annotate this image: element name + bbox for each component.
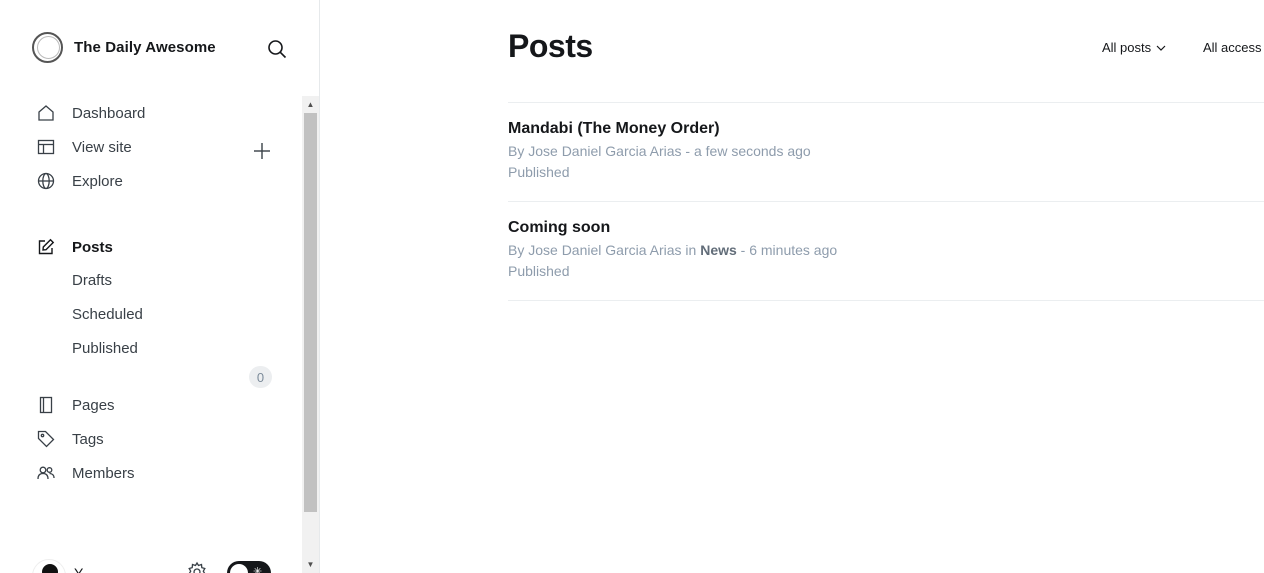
nav-drafts[interactable]: Drafts: [72, 269, 112, 293]
scroll-down-arrow-icon[interactable]: ▼: [302, 556, 319, 573]
sidebar: The Daily Awesome Dashboard View site Ex…: [0, 0, 320, 573]
dark-mode-toggle[interactable]: ✳: [227, 561, 271, 573]
search-icon: [268, 40, 287, 59]
sidebar-scrollbar[interactable]: ▲ ▼: [302, 96, 319, 573]
post-time: - a few seconds ago: [681, 143, 811, 159]
nav-tags[interactable]: Tags: [36, 427, 104, 451]
site-logo-icon: [32, 32, 63, 63]
nav-pages-label: Pages: [72, 396, 115, 414]
nav-view-site-label: View site: [72, 138, 132, 156]
nav-dashboard[interactable]: Dashboard: [36, 101, 145, 125]
post-title[interactable]: Mandabi (The Money Order): [508, 120, 720, 138]
nav-dashboard-label: Dashboard: [72, 104, 146, 122]
post-type-filter[interactable]: All posts: [1102, 40, 1166, 55]
pages-icon: [36, 395, 56, 415]
main-content: Posts All posts All access Mandabi (The …: [320, 0, 1264, 573]
site-title: The Daily Awesome: [74, 39, 216, 56]
nav-posts-label: Posts: [72, 238, 113, 256]
avatar[interactable]: [32, 559, 66, 573]
post-title[interactable]: Coming soon: [508, 219, 610, 237]
post-status: Published: [508, 263, 570, 279]
nav-posts[interactable]: Posts: [36, 235, 113, 259]
access-filter[interactable]: All access: [1203, 40, 1262, 55]
nav-members[interactable]: Members: [36, 461, 135, 485]
new-post-button[interactable]: [251, 140, 273, 162]
nav-tags-label: Tags: [72, 430, 104, 448]
nav-explore[interactable]: Explore: [36, 169, 123, 193]
post-tag-link[interactable]: News: [700, 242, 737, 258]
members-icon: [36, 463, 56, 483]
nav-view-site[interactable]: View site: [36, 135, 132, 159]
nav-members-label: Members: [72, 464, 135, 482]
nav-pages[interactable]: Pages: [36, 393, 115, 417]
members-count-badge: 0: [249, 366, 272, 388]
home-icon: [36, 103, 56, 123]
chevron-down-icon: [1156, 45, 1166, 51]
sun-icon: ✳: [253, 566, 263, 573]
globe-icon: [36, 171, 56, 191]
user-initial: Y: [74, 565, 84, 573]
posts-list: Mandabi (The Money Order) By Jose Daniel…: [508, 102, 1264, 301]
nav-published[interactable]: Published: [72, 337, 138, 361]
post-byline: By Jose Daniel Garcia Arias in: [508, 242, 701, 258]
nav-explore-label: Explore: [72, 172, 123, 190]
toggle-knob: [230, 564, 248, 573]
post-meta: By Jose Daniel Garcia Arias - a few seco…: [508, 143, 811, 159]
post-type-filter-label: All posts: [1102, 40, 1152, 55]
access-filter-label: All access: [1203, 40, 1262, 55]
post-row[interactable]: Mandabi (The Money Order) By Jose Daniel…: [508, 103, 1264, 202]
search-button[interactable]: [265, 37, 289, 61]
layout-icon: [36, 137, 56, 157]
brand[interactable]: The Daily Awesome: [32, 32, 216, 63]
pen-square-icon: [36, 237, 56, 257]
scroll-up-arrow-icon[interactable]: ▲: [302, 96, 319, 113]
plus-icon: [254, 143, 270, 159]
post-meta: By Jose Daniel Garcia Arias in News - 6 …: [508, 242, 837, 258]
page-title: Posts: [508, 28, 593, 64]
settings-button[interactable]: [186, 561, 208, 573]
gear-icon: [188, 561, 206, 573]
post-row[interactable]: Coming soon By Jose Daniel Garcia Arias …: [508, 202, 1264, 301]
nav-scheduled[interactable]: Scheduled: [72, 303, 143, 327]
scroll-thumb[interactable]: [304, 113, 317, 512]
sidebar-footer: Y ✳: [32, 557, 292, 573]
post-byline: By Jose Daniel Garcia Arias: [508, 143, 682, 159]
tag-icon: [36, 429, 56, 449]
post-status: Published: [508, 164, 570, 180]
post-time: - 6 minutes ago: [736, 242, 838, 258]
